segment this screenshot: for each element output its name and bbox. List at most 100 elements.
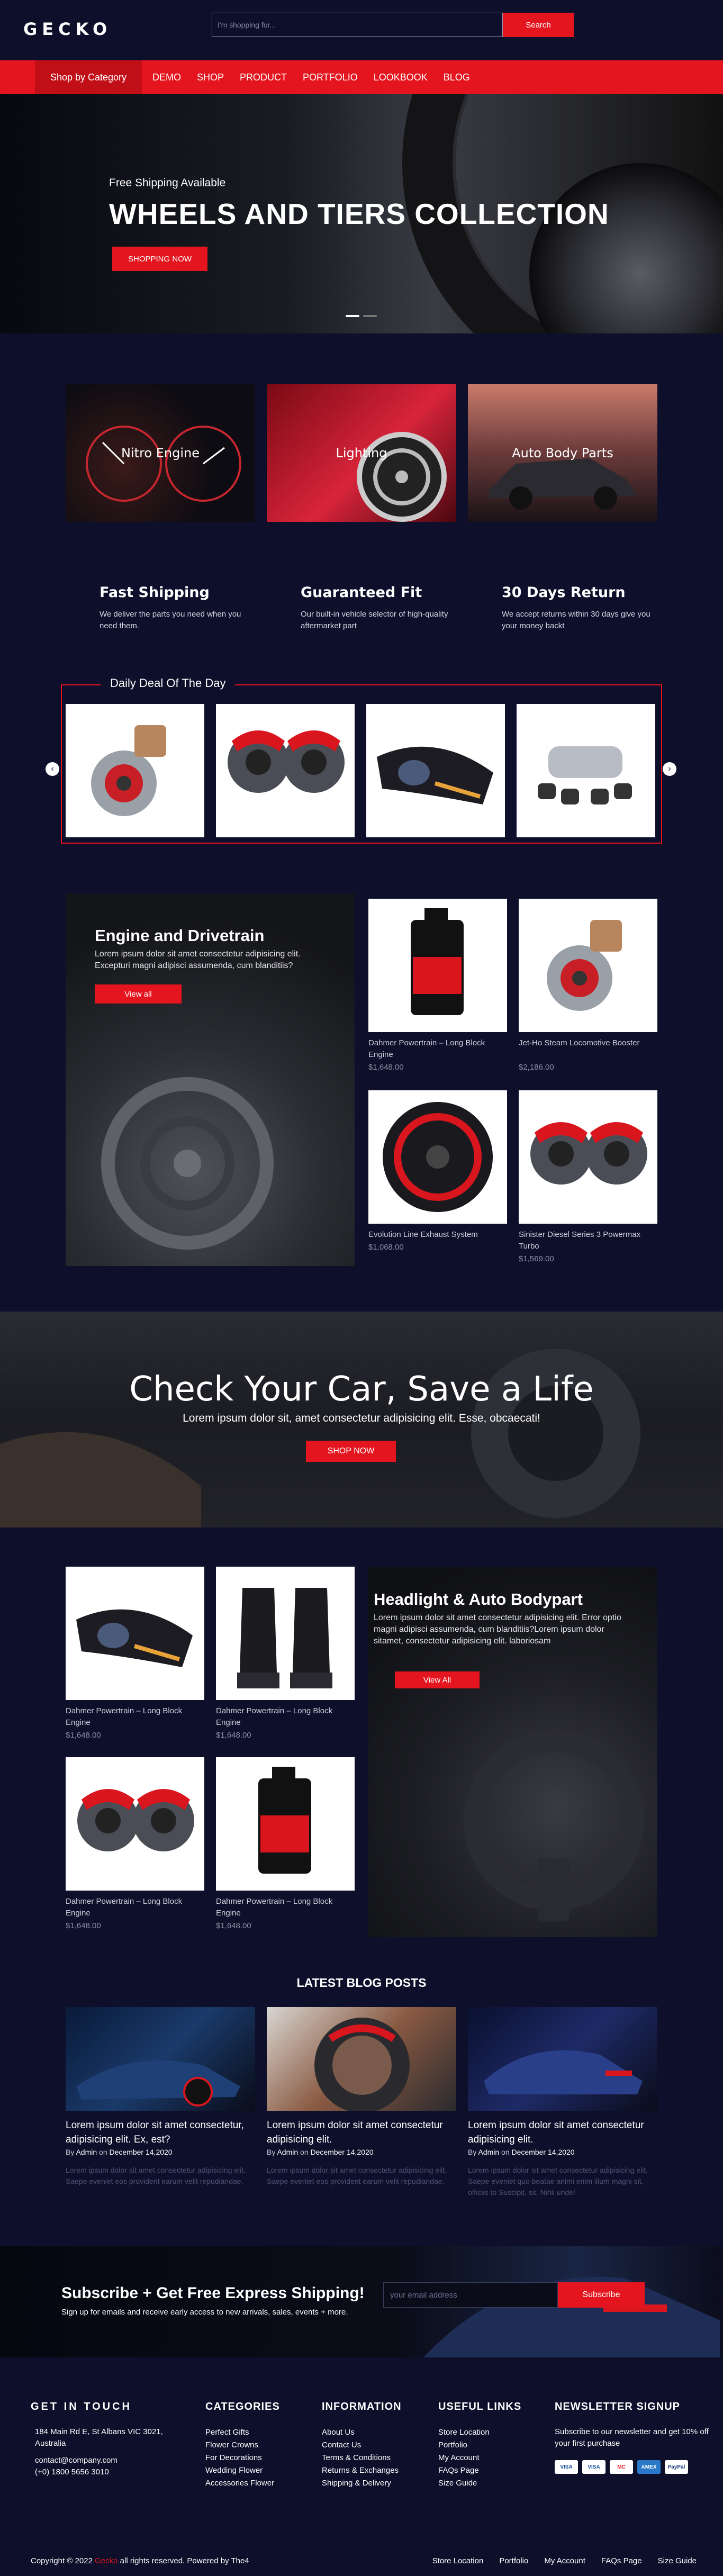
blog-image-2[interactable] [267, 2007, 456, 2111]
deal-item-brake-calipers[interactable] [216, 704, 355, 837]
product-image-headlight[interactable] [66, 1567, 204, 1700]
footer-link[interactable]: Accessories Flower [205, 2477, 274, 2490]
product-image-wheel-rim[interactable] [368, 1090, 507, 1224]
product-name[interactable]: Dahmer Powertrain – Long Block Engine [66, 1705, 204, 1729]
footer-link[interactable]: Portfolio [438, 2439, 490, 2452]
product-price: $1,648.00 [216, 1921, 251, 1930]
carousel-next-icon[interactable]: › [663, 762, 676, 776]
mastercard-icon: MC [610, 2460, 633, 2474]
blog-post-excerpt: Lorem ipsum dolor sit amet consectetur a… [66, 2166, 246, 2185]
footer-useful-list: Store Location Portfolio My Account FAQs… [438, 2426, 490, 2490]
blog-post-title[interactable]: Lorem ipsum dolor sit amet consectetur, … [66, 2118, 255, 2147]
blog-image-1[interactable] [66, 2007, 255, 2111]
bottom-link[interactable]: Size Guide [658, 2556, 697, 2565]
category-label: Nitro Engine [121, 446, 200, 460]
headlight-banner-text: Lorem ipsum dolor sit amet consectetur a… [374, 1613, 621, 1646]
mid-banner-title: Check Your Car, Save a Life [129, 1370, 594, 1409]
wheel-rim-icon [383, 1102, 493, 1212]
bottom-link[interactable]: My Account [544, 2556, 585, 2565]
blog-post-meta: By Admin on December 14,2020 [66, 2148, 173, 2156]
contact-email[interactable]: contact@company.com [35, 2455, 178, 2466]
category-tile-lighting[interactable]: Lighting [267, 384, 456, 522]
blog-image-3[interactable] [468, 2007, 657, 2111]
footer-link[interactable]: My Account [438, 2452, 490, 2464]
amex-icon: AMEX [637, 2460, 661, 2474]
nav-links: DEMO SHOP PRODUCT PORTFOLIO LOOKBOOK BLO… [152, 60, 486, 94]
product-name[interactable]: Evolution Line Exhaust System [368, 1229, 507, 1241]
headlight-view-all-button[interactable]: View All [395, 1671, 480, 1688]
nav-link-portfolio[interactable]: PORTFOLIO [303, 72, 358, 83]
product-name[interactable]: Dahmer Powertrain – Long Block Engine [66, 1896, 204, 1919]
subscribe-title: Subscribe + Get Free Express Shipping! [61, 2284, 365, 2302]
product-name[interactable]: Dahmer Powertrain – Long Block Engine [368, 1037, 507, 1061]
brake-caliper-icon [228, 730, 345, 793]
deal-item-headlight[interactable] [366, 704, 505, 837]
category-tile-nitro-engine[interactable]: Nitro Engine [66, 384, 255, 522]
blue-car-image [484, 2050, 643, 2094]
daily-deal-title: Daily Deal Of The Day [101, 676, 236, 690]
hero-shop-button[interactable]: SHOPPING NOW [112, 247, 207, 271]
visa-electron-icon: VISA [582, 2460, 605, 2474]
slider-dot[interactable] [363, 315, 377, 317]
shop-by-category-button[interactable]: Shop by Category [35, 60, 142, 94]
footer-link[interactable]: For Decorations [205, 2452, 274, 2464]
footer-link[interactable]: Perfect Gifts [205, 2426, 274, 2439]
engine-view-all-button[interactable]: View all [95, 984, 182, 1004]
footer-link[interactable]: Flower Crowns [205, 2439, 274, 2452]
product-image-brake-calipers[interactable] [66, 1757, 204, 1891]
check-car-banner: Check Your Car, Save a Life Lorem ipsum … [0, 1312, 723, 1527]
footer-link[interactable]: Size Guide [438, 2477, 490, 2490]
deal-item-exhaust-system[interactable] [517, 704, 655, 837]
footer-link[interactable]: Contact Us [322, 2439, 399, 2452]
footer-link[interactable]: Store Location [438, 2426, 490, 2439]
contact-phone[interactable]: (+0) 1800 5656 3010 [35, 2466, 178, 2478]
footer-link[interactable]: Terms & Conditions [322, 2452, 399, 2464]
search-button[interactable]: Search [503, 13, 574, 37]
slider-dot-active[interactable] [346, 315, 359, 317]
site-logo[interactable]: GECKO [23, 19, 112, 39]
product-image-turbocharger[interactable] [519, 899, 657, 1032]
nav-link-shop[interactable]: SHOP [197, 72, 224, 83]
deal-item-turbocharger[interactable] [66, 704, 204, 837]
search-input[interactable] [212, 13, 503, 37]
product-image-brake-calipers[interactable] [519, 1090, 657, 1224]
category-tile-auto-body-parts[interactable]: Auto Body Parts [468, 384, 657, 522]
mid-banner-subtitle: Lorem ipsum dolor sit, amet consectetur … [183, 1412, 540, 1424]
product-price: $1,648.00 [216, 1731, 251, 1740]
footer-link[interactable]: Returns & Exchanges [322, 2464, 399, 2477]
subscribe-email-input[interactable] [383, 2282, 558, 2308]
engine-banner: Engine and Drivetrain Lorem ipsum dolor … [66, 893, 355, 1266]
product-name[interactable]: Dahmer Powertrain – Long Block Engine [216, 1705, 355, 1729]
nav-link-lookbook[interactable]: LOOKBOOK [374, 72, 428, 83]
product-image-seats[interactable] [216, 1567, 355, 1700]
blog-post-title[interactable]: Lorem ipsum dolor sit amet consectetur a… [468, 2118, 657, 2147]
bottom-link[interactable]: Store Location [432, 2556, 484, 2565]
footer-link[interactable]: About Us [322, 2426, 399, 2439]
mid-banner-shop-button[interactable]: SHOP NOW [306, 1441, 396, 1462]
nav-link-demo[interactable]: DEMO [152, 72, 181, 83]
bottom-link[interactable]: Portfolio [499, 2556, 528, 2565]
product-name[interactable]: Dahmer Powertrain – Long Block Engine [216, 1896, 355, 1919]
blog-post-title[interactable]: Lorem ipsum dolor sit amet consectetur a… [267, 2118, 456, 2147]
footer-link[interactable]: Shipping & Delivery [322, 2477, 399, 2490]
footer-link[interactable]: FAQs Page [438, 2464, 490, 2477]
product-name[interactable]: Jet-Ho Steam Locomotive Booster [519, 1037, 657, 1049]
turbocharger-icon [91, 725, 166, 816]
blog-post-meta: By Admin on December 14,2020 [267, 2148, 374, 2156]
product-name[interactable]: Sinister Diesel Series 3 Powermax Turbo [519, 1229, 657, 1252]
subscribe-text: Sign up for emails and receive early acc… [61, 2308, 348, 2317]
footer-link[interactable]: Wedding Flower [205, 2464, 274, 2477]
nav-link-product[interactable]: PRODUCT [240, 72, 287, 83]
subscribe-banner: Subscribe + Get Free Express Shipping! S… [0, 2246, 723, 2357]
carousel-prev-icon[interactable]: ‹ [46, 762, 59, 776]
brake-caliper-icon [77, 1789, 194, 1851]
nav-link-blog[interactable]: BLOG [444, 72, 470, 83]
product-image-oil-bottle[interactable] [368, 899, 507, 1032]
product-image-oil-bottle[interactable] [216, 1757, 355, 1891]
bottom-link[interactable]: FAQs Page [601, 2556, 642, 2565]
oil-bottle-icon [411, 908, 464, 1015]
feature-text: We deliver the parts you need when you n… [100, 610, 241, 630]
subscribe-button[interactable]: Subscribe [558, 2282, 645, 2308]
copyright-brand-link[interactable]: Gecko [95, 2556, 118, 2565]
contact-address: 184 Main Rd E, St Albans VIC 3021, Austr… [35, 2427, 163, 2448]
